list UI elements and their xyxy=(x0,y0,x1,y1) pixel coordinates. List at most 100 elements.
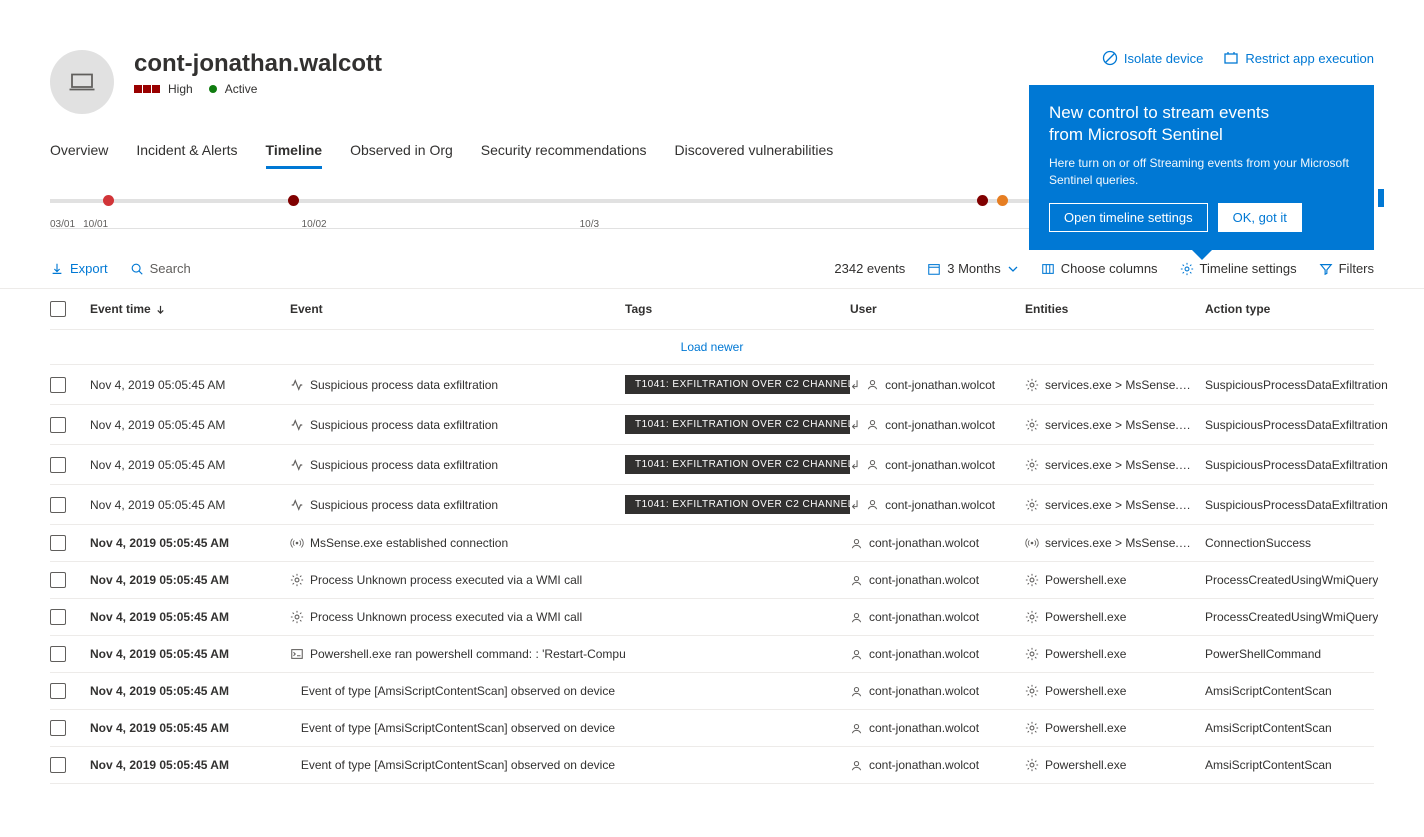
cell-time: Nov 4, 2019 05:05:45 AM xyxy=(90,647,290,661)
table-row[interactable]: Nov 4, 2019 05:05:45 AMSuspicious proces… xyxy=(50,485,1374,525)
timeline-settings-button[interactable]: Timeline settings xyxy=(1180,261,1297,276)
cell-event: Suspicious process data exfiltration xyxy=(290,418,625,432)
col-user[interactable]: User xyxy=(850,301,1025,317)
row-checkbox[interactable] xyxy=(50,457,66,473)
cell-user: cont-jonathan.wolcot xyxy=(850,536,1025,550)
col-event-time[interactable]: Event time xyxy=(90,301,290,317)
activity-icon xyxy=(290,418,304,432)
cell-action: AmsiScriptContentScan xyxy=(1205,721,1424,735)
terminal-icon xyxy=(290,647,304,661)
laptop-icon xyxy=(67,67,97,97)
cell-entities: Powershell.exe xyxy=(1025,573,1205,587)
open-timeline-settings-button[interactable]: Open timeline settings xyxy=(1049,203,1208,232)
tab-timeline[interactable]: Timeline xyxy=(266,134,323,169)
table-row[interactable]: Nov 4, 2019 05:05:45 AMSuspicious proces… xyxy=(50,365,1374,405)
cell-time: Nov 4, 2019 05:05:45 AM xyxy=(90,498,290,512)
row-checkbox[interactable] xyxy=(50,609,66,625)
events-table: Event time Event Tags User Entities Acti… xyxy=(50,289,1374,784)
cell-user: cont-jonathan.wolcot xyxy=(850,610,1025,624)
tab-overview[interactable]: Overview xyxy=(50,134,108,169)
restrict-app-button[interactable]: Restrict app execution xyxy=(1223,50,1374,66)
tab-discovered-vulnerabilities[interactable]: Discovered vulnerabilities xyxy=(675,134,834,169)
cell-action: SuspiciousProcessDataExfiltration xyxy=(1205,498,1424,512)
cell-user: ↲cont-jonathan.wolcot xyxy=(850,418,1025,432)
range-label: 3 Months xyxy=(947,261,1000,276)
row-checkbox[interactable] xyxy=(50,683,66,699)
tab-security-recommendations[interactable]: Security recommendations xyxy=(481,134,647,169)
col-tags[interactable]: Tags xyxy=(625,301,850,317)
mitre-tag: T1041: EXFILTRATION OVER C2 CHANNEL xyxy=(625,375,850,394)
filters-button[interactable]: Filters xyxy=(1319,261,1374,276)
cell-time: Nov 4, 2019 05:05:45 AM xyxy=(90,418,290,432)
row-checkbox[interactable] xyxy=(50,377,66,393)
cell-user: cont-jonathan.wolcot xyxy=(850,758,1025,772)
timeline-handle[interactable] xyxy=(1378,189,1384,207)
isolate-device-button[interactable]: Isolate device xyxy=(1102,50,1204,66)
user-icon xyxy=(866,418,879,431)
date-range-picker[interactable]: 3 Months xyxy=(927,261,1018,276)
col-event[interactable]: Event xyxy=(290,301,625,317)
table-row[interactable]: Nov 4, 2019 05:05:45 AMSuspicious proces… xyxy=(50,445,1374,485)
row-checkbox[interactable] xyxy=(50,572,66,588)
ok-got-it-button[interactable]: OK, got it xyxy=(1218,203,1302,232)
row-checkbox[interactable] xyxy=(50,417,66,433)
cell-event: Suspicious process data exfiltration xyxy=(290,498,625,512)
broadcast-icon xyxy=(1025,536,1039,550)
col-entities[interactable]: Entities xyxy=(1025,301,1205,317)
cell-action: AmsiScriptContentScan xyxy=(1205,758,1424,772)
tab-incident-alerts[interactable]: Incident & Alerts xyxy=(136,134,237,169)
cell-entities: services.exe > MsSense.exe xyxy=(1025,458,1205,472)
table-row[interactable]: Nov 4, 2019 05:05:45 AMPowershell.exe ra… xyxy=(50,636,1374,673)
timeline-dot[interactable] xyxy=(997,195,1008,206)
col-action[interactable]: Action type xyxy=(1205,301,1424,317)
block-icon xyxy=(1102,50,1118,66)
load-newer-link[interactable]: Load newer xyxy=(50,330,1374,365)
cell-event: Event of type [AmsiScriptContentScan] ob… xyxy=(290,721,625,735)
chevron-down-icon xyxy=(1007,263,1019,275)
cell-action: SuspiciousProcessDataExfiltration xyxy=(1205,458,1424,472)
tab-observed-in-org[interactable]: Observed in Org xyxy=(350,134,453,169)
search-button[interactable]: Search xyxy=(130,261,191,276)
timeline-dot[interactable] xyxy=(103,195,114,206)
mitre-tag: T1041: EXFILTRATION OVER C2 CHANNEL xyxy=(625,495,850,514)
table-row[interactable]: Nov 4, 2019 05:05:45 AMEvent of type [Am… xyxy=(50,710,1374,747)
table-row[interactable]: Nov 4, 2019 05:05:45 AMProcess Unknown p… xyxy=(50,562,1374,599)
mitre-tag: T1041: EXFILTRATION OVER C2 CHANNEL xyxy=(625,455,850,474)
timeline-label: 03/01 xyxy=(50,219,75,230)
callout-title-line1: New control to stream events xyxy=(1049,103,1354,123)
user-icon xyxy=(850,722,863,735)
cell-tags: T1041: EXFILTRATION OVER C2 CHANNEL xyxy=(625,375,850,394)
col-time-label: Event time xyxy=(90,302,151,316)
cell-action: ProcessCreatedUsingWmiQuery xyxy=(1205,610,1424,624)
cell-user: ↲cont-jonathan.wolcot xyxy=(850,458,1025,472)
severity-label: High xyxy=(168,82,193,96)
cell-action: SuspiciousProcessDataExfiltration xyxy=(1205,418,1424,432)
cell-action: AmsiScriptContentScan xyxy=(1205,684,1424,698)
status-label: Active xyxy=(225,82,258,96)
table-row[interactable]: Nov 4, 2019 05:05:45 AMEvent of type [Am… xyxy=(50,747,1374,784)
choose-columns-button[interactable]: Choose columns xyxy=(1041,261,1158,276)
table-row[interactable]: Nov 4, 2019 05:05:45 AMEvent of type [Am… xyxy=(50,673,1374,710)
table-row[interactable]: Nov 4, 2019 05:05:45 AMSuspicious proces… xyxy=(50,405,1374,445)
gear-icon xyxy=(1025,378,1039,392)
row-checkbox[interactable] xyxy=(50,535,66,551)
gear-icon xyxy=(1025,647,1039,661)
gear-icon xyxy=(1025,573,1039,587)
row-checkbox[interactable] xyxy=(50,497,66,513)
cell-action: ConnectionSuccess xyxy=(1205,536,1424,550)
table-row[interactable]: Nov 4, 2019 05:05:45 AMProcess Unknown p… xyxy=(50,599,1374,636)
cell-time: Nov 4, 2019 05:05:45 AM xyxy=(90,378,290,392)
row-checkbox[interactable] xyxy=(50,757,66,773)
user-icon xyxy=(850,574,863,587)
row-checkbox[interactable] xyxy=(50,720,66,736)
export-button[interactable]: Export xyxy=(50,261,108,276)
timeline-dot[interactable] xyxy=(977,195,988,206)
cell-entities: Powershell.exe xyxy=(1025,647,1205,661)
select-all-checkbox[interactable] xyxy=(50,301,66,317)
header-actions: Isolate device Restrict app execution xyxy=(1102,50,1374,66)
cell-time: Nov 4, 2019 05:05:45 AM xyxy=(90,610,290,624)
table-row[interactable]: Nov 4, 2019 05:05:45 AMMsSense.exe estab… xyxy=(50,525,1374,562)
row-checkbox[interactable] xyxy=(50,646,66,662)
cell-user: cont-jonathan.wolcot xyxy=(850,647,1025,661)
timeline-dot[interactable] xyxy=(288,195,299,206)
